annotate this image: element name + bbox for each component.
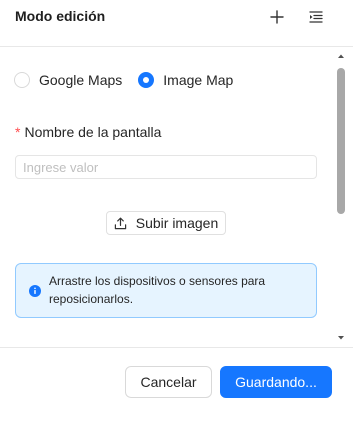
radio-label: Image Map xyxy=(163,72,234,88)
radio-label: Google Maps xyxy=(39,72,123,88)
screen-name-input[interactable] xyxy=(15,155,317,179)
screen-name-label: * Nombre de la pantalla xyxy=(15,124,161,140)
menu-unfold-icon xyxy=(309,11,323,23)
required-mark: * xyxy=(15,124,21,140)
map-type-radio-group: Google Maps Image Map xyxy=(14,72,249,88)
add-button[interactable] xyxy=(266,6,288,28)
info-circle-icon xyxy=(29,285,41,297)
info-alert: Arrastre los dispositivos o sensores par… xyxy=(15,263,317,318)
scrollbar-thumb[interactable] xyxy=(337,68,345,214)
drawer-body: Google Maps Image Map * Nombre de la pant… xyxy=(0,48,336,346)
upload-image-label: Subir imagen xyxy=(135,215,219,231)
screen-name-label-text: Nombre de la pantalla xyxy=(24,124,162,140)
radio-image-map[interactable]: Image Map xyxy=(138,72,233,88)
radio-button-unchecked[interactable] xyxy=(14,72,30,88)
drawer-title: Modo edición xyxy=(15,8,106,24)
radio-button-checked[interactable] xyxy=(138,72,155,88)
radio-google-maps[interactable]: Google Maps xyxy=(14,72,122,88)
vertical-scrollbar[interactable] xyxy=(336,52,346,344)
drawer-header: Modo edición xyxy=(0,0,353,47)
scroll-down-arrow-icon[interactable] xyxy=(337,334,345,342)
upload-icon xyxy=(114,217,126,229)
save-button[interactable]: Guardando... xyxy=(220,366,332,398)
upload-image-button[interactable]: Subir imagen xyxy=(106,211,226,235)
plus-icon xyxy=(270,10,284,24)
drawer-footer: Cancelar Guardando... xyxy=(0,347,353,427)
menu-toggle-button[interactable] xyxy=(305,6,327,28)
cancel-button[interactable]: Cancelar xyxy=(125,366,212,398)
scroll-up-arrow-icon[interactable] xyxy=(337,52,345,60)
alert-message: Arrastre los dispositivos o sensores par… xyxy=(49,274,266,306)
